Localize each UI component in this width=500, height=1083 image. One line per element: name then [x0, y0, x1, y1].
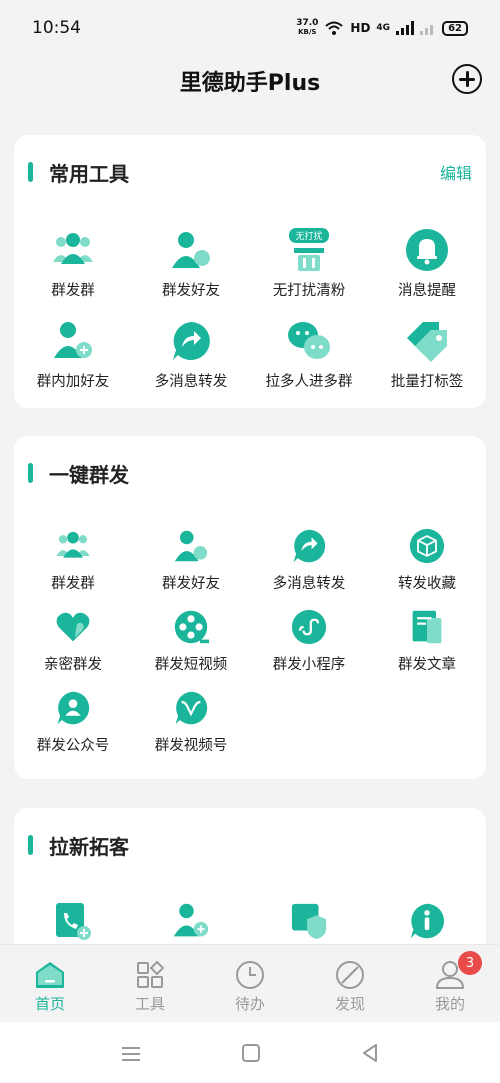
- tool-pull-multi-group[interactable]: 拉多人进多群: [250, 318, 368, 391]
- tool-silent-clean[interactable]: 无打扰 无打扰清粉: [250, 227, 368, 300]
- section-accent-bar: [28, 463, 33, 483]
- forward-icon: [286, 526, 332, 566]
- menu-icon[interactable]: [120, 1044, 142, 1062]
- film-icon: [168, 607, 214, 647]
- add-user-icon: [168, 898, 214, 944]
- tool-mass-official-account[interactable]: 群发公众号: [14, 688, 132, 755]
- box-icon: [404, 526, 450, 566]
- signal-2-icon: [420, 25, 434, 35]
- clean-icon: 无打扰: [286, 227, 332, 273]
- add-button[interactable]: [452, 64, 482, 94]
- svg-text:无打扰: 无打扰: [295, 230, 322, 242]
- official-account-icon: [50, 688, 96, 728]
- tool-mass-miniprogram[interactable]: 群发小程序: [250, 607, 368, 674]
- tool-intimate-mass[interactable]: 亲密群发: [14, 607, 132, 674]
- common-tools-header: 常用工具 编辑: [14, 157, 486, 187]
- system-nav-bar: [0, 1022, 500, 1083]
- battery-icon: 62: [442, 20, 468, 36]
- one-click-header: 一键群发: [14, 458, 486, 488]
- nav-todo[interactable]: 待办: [200, 945, 300, 1022]
- group-icon: [50, 227, 96, 273]
- tool-acquire-2[interactable]: [132, 898, 250, 944]
- section-accent-bar: [28, 835, 33, 855]
- tool-mass-group[interactable]: 群发群: [14, 526, 132, 593]
- nav-home[interactable]: 首页: [0, 945, 100, 1022]
- section-accent-bar: [28, 162, 33, 182]
- add-user-icon: [50, 318, 96, 364]
- home-button-icon[interactable]: [241, 1043, 261, 1063]
- tool-mass-short-video[interactable]: 群发短视频: [132, 607, 250, 674]
- app-header: 里德助手Plus: [0, 56, 500, 106]
- shield-icon: [286, 898, 332, 944]
- tool-message-reminder[interactable]: 消息提醒: [368, 227, 486, 300]
- hd-indicator: HD: [350, 21, 371, 35]
- tool-multi-forward[interactable]: 多消息转发: [132, 318, 250, 391]
- tag-icon: [404, 318, 450, 364]
- common-tools-card: 常用工具 编辑 群发群 群发好友 无打扰 无打扰清粉 消息提醒 群内加好友 多消…: [14, 135, 486, 408]
- friends-icon: [168, 227, 214, 273]
- one-click-card: 一键群发 群发群 群发好友 多消息转发 转发收藏 亲密群发 群发短视频 群发小程…: [14, 436, 486, 779]
- tool-group-add-friend[interactable]: 群内加好友: [14, 318, 132, 391]
- group-icon: [50, 526, 96, 566]
- net-speed: 37.0 KB/S: [296, 18, 319, 37]
- bottom-nav: 首页 工具 待办 发现 我的 3: [0, 944, 500, 1022]
- section-title: 拉新拓客: [49, 834, 129, 859]
- grid-icon: [134, 959, 166, 991]
- chat-icon: [286, 318, 332, 364]
- forward-icon: [168, 318, 214, 364]
- miniprogram-icon: [286, 607, 332, 647]
- tool-mass-friends[interactable]: 群发好友: [132, 526, 250, 593]
- tool-mass-article[interactable]: 群发文章: [368, 607, 486, 674]
- compass-icon: [334, 959, 366, 991]
- section-title: 一键群发: [49, 462, 129, 487]
- clock-icon: [234, 959, 266, 991]
- tool-forward-favorites[interactable]: 转发收藏: [368, 526, 486, 593]
- section-title: 常用工具: [49, 161, 129, 186]
- nav-discover[interactable]: 发现: [300, 945, 400, 1022]
- status-time: 10:54: [32, 18, 81, 38]
- tool-batch-tag[interactable]: 批量打标签: [368, 318, 486, 391]
- acquire-header: 拉新拓客: [14, 830, 486, 860]
- edit-button[interactable]: 编辑: [440, 160, 472, 184]
- acquire-grid: [14, 898, 486, 944]
- common-tools-grid: 群发群 群发好友 无打扰 无打扰清粉 消息提醒 群内加好友 多消息转发 拉多人进…: [14, 227, 486, 391]
- heart-icon: [50, 607, 96, 647]
- signal-type: 4G: [376, 23, 391, 33]
- bell-icon: [404, 227, 450, 273]
- nav-profile[interactable]: 我的 3: [400, 945, 500, 1022]
- one-click-grid: 群发群 群发好友 多消息转发 转发收藏 亲密群发 群发短视频 群发小程序 群发文…: [14, 526, 486, 755]
- tool-acquire-4[interactable]: [368, 898, 486, 944]
- channels-icon: [168, 688, 214, 728]
- nav-tools[interactable]: 工具: [100, 945, 200, 1022]
- signal-icon: [396, 21, 415, 35]
- status-icons: 37.0 KB/S HD 4G 62: [296, 19, 468, 37]
- tool-mass-channels[interactable]: 群发视频号: [132, 688, 250, 755]
- page-title: 里德助手Plus: [179, 71, 321, 96]
- wifi-icon: [325, 21, 344, 35]
- tool-acquire-1[interactable]: [14, 898, 132, 944]
- home-icon: [34, 959, 66, 991]
- tool-multi-forward[interactable]: 多消息转发: [250, 526, 368, 593]
- back-icon[interactable]: [360, 1043, 380, 1063]
- tool-mass-group[interactable]: 群发群: [14, 227, 132, 300]
- notification-badge: 3: [458, 951, 482, 975]
- tool-mass-friends[interactable]: 群发好友: [132, 227, 250, 300]
- friends-icon: [168, 526, 214, 566]
- tool-acquire-3[interactable]: [250, 898, 368, 944]
- phone-book-icon: [50, 898, 96, 944]
- article-icon: [404, 607, 450, 647]
- info-icon: [404, 898, 450, 944]
- status-bar: 10:54 37.0 KB/S HD 4G 62: [0, 0, 500, 56]
